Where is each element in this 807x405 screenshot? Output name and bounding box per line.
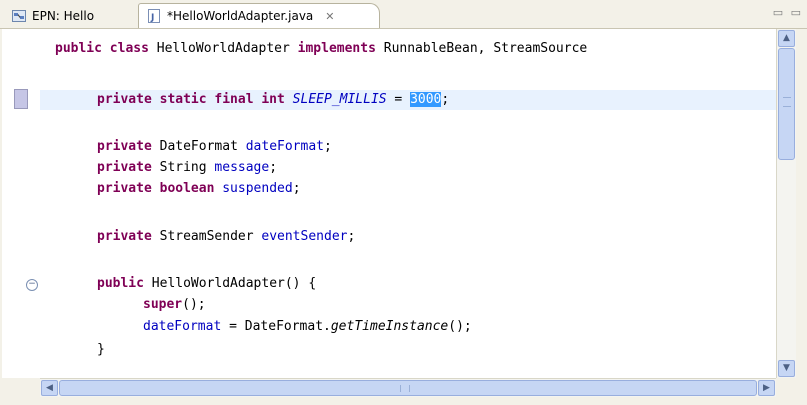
vertical-scrollbar[interactable]: ▲ ▼ bbox=[776, 29, 796, 378]
java-editor: − public class HelloWorldAdapter impleme… bbox=[0, 29, 807, 405]
code-line: public class HelloWorldAdapter implement… bbox=[55, 41, 588, 56]
grip-icon bbox=[783, 97, 791, 107]
selected-text: 3000 bbox=[410, 92, 442, 107]
vertical-scroll-thumb[interactable] bbox=[778, 48, 795, 160]
fold-collapse-icon[interactable]: − bbox=[26, 279, 38, 291]
scroll-left-icon[interactable]: ◀ bbox=[41, 380, 58, 396]
overview-ruler[interactable] bbox=[796, 29, 805, 378]
java-file-icon: J bbox=[147, 9, 161, 23]
editor-tab-bar: EPN: Hello J *HelloWorldAdapter.java ✕ ▭… bbox=[0, 0, 807, 29]
code-line: private StreamSender eventSender; bbox=[97, 229, 356, 244]
tab-helloworldadapter-java[interactable]: J *HelloWorldAdapter.java ✕ bbox=[138, 3, 380, 28]
vertical-ruler: − bbox=[2, 29, 40, 378]
minimize-maximize-icon[interactable]: ▭ ▭ bbox=[773, 6, 803, 19]
code-line: private static final int SLEEP_MILLIS = … bbox=[97, 92, 450, 107]
code-line: private DateFormat dateFormat; bbox=[97, 139, 332, 154]
scroll-up-icon[interactable]: ▲ bbox=[778, 30, 795, 47]
grip-icon bbox=[400, 385, 410, 392]
horizontal-scrollbar[interactable]: ◀ ▶ bbox=[40, 378, 776, 397]
tab-label: *HelloWorldAdapter.java bbox=[167, 9, 314, 23]
close-icon[interactable]: ✕ bbox=[325, 10, 334, 23]
code-line: super(); bbox=[143, 297, 206, 312]
code-line: public HelloWorldAdapter() { bbox=[97, 276, 317, 291]
tab-epn-hello[interactable]: EPN: Hello bbox=[4, 4, 134, 28]
code-line: private String message; bbox=[97, 160, 278, 175]
scrollbar-corner bbox=[776, 378, 795, 396]
scroll-down-icon[interactable]: ▼ bbox=[778, 360, 795, 377]
svg-text:J: J bbox=[150, 13, 154, 23]
code-line: private boolean suspended; bbox=[97, 181, 301, 196]
code-area[interactable]: public class HelloWorldAdapter implement… bbox=[40, 29, 776, 378]
epn-diagram-icon bbox=[12, 9, 26, 23]
change-marker bbox=[14, 89, 28, 109]
horizontal-scroll-thumb[interactable] bbox=[59, 380, 757, 396]
scroll-right-icon[interactable]: ▶ bbox=[758, 380, 775, 396]
code-line: } bbox=[97, 342, 105, 357]
tab-label: EPN: Hello bbox=[32, 9, 95, 23]
code-line: dateFormat = DateFormat.getTimeInstance(… bbox=[143, 319, 472, 334]
